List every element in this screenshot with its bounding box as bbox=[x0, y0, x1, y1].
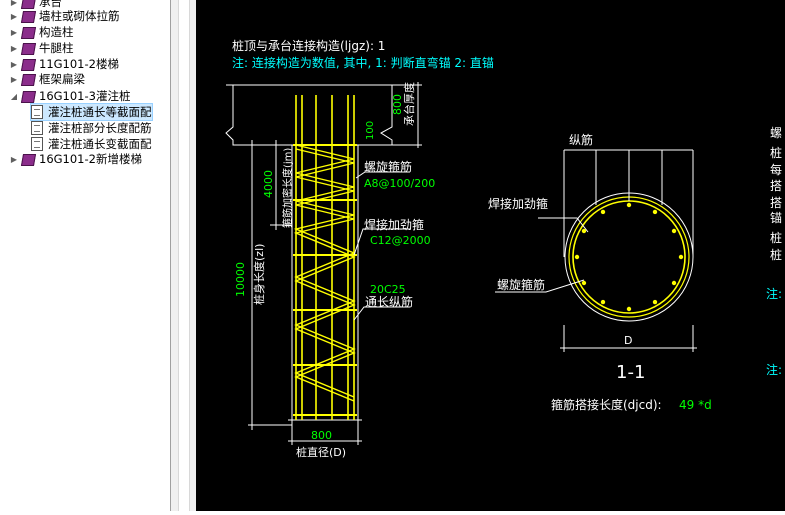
tree-item[interactable]: 灌注桩通长等截面配 bbox=[30, 103, 153, 121]
section-rebar-dot bbox=[600, 299, 606, 305]
tree-item-label: 11G101-2楼梯 bbox=[39, 57, 119, 71]
dim-4000: 4000 bbox=[262, 170, 275, 198]
document-icon bbox=[31, 121, 43, 135]
drawing-canvas[interactable]: 桩顶与承台连接构造(ljgz): 1 注: 连接构造为数值, 其中, 1: 判断… bbox=[196, 0, 785, 511]
tree-item-label: 牛腿柱 bbox=[39, 41, 74, 55]
weld-stirrup-label: 焊接加劲箍 bbox=[364, 217, 424, 232]
book-icon bbox=[21, 91, 35, 102]
tree-item-label: 框架扁梁 bbox=[39, 72, 85, 86]
section-long-bar-label: 纵筋 bbox=[569, 132, 593, 147]
book-icon bbox=[21, 0, 35, 8]
section-title: 1-1 bbox=[616, 362, 645, 383]
section-rebar-dot bbox=[626, 202, 632, 208]
spiral-stirrup-value: A8@100/200 bbox=[364, 177, 435, 190]
tree-item-label: 构造柱 bbox=[39, 25, 74, 39]
right-partial-text: 桩 bbox=[770, 145, 782, 160]
section-d-label: D bbox=[624, 334, 632, 347]
tree-item-label: 16G101-2新增楼梯 bbox=[39, 152, 142, 166]
tree-item[interactable]: ▶ 框架扁梁 bbox=[10, 71, 85, 87]
collapsed-arrow-icon[interactable]: ▶ bbox=[10, 12, 18, 21]
tree-item-label: 灌注桩通长变截面配 bbox=[48, 137, 152, 151]
tree-item-label: 灌注桩通长等截面配 bbox=[48, 105, 152, 119]
dim-100: 100 bbox=[365, 121, 376, 140]
book-icon bbox=[21, 74, 35, 85]
tree-item[interactable]: 灌注桩通长变截面配 bbox=[31, 136, 152, 152]
spiral-stirrup-label: 螺旋箍筋 bbox=[364, 159, 412, 174]
right-partial-text: 搭 bbox=[770, 179, 782, 193]
cross-section bbox=[495, 149, 697, 352]
section-rebar-dots bbox=[574, 202, 684, 312]
splitter-bar[interactable] bbox=[178, 0, 190, 511]
tree-item[interactable]: ▶ 牛腿柱 bbox=[10, 40, 74, 56]
collapsed-arrow-icon[interactable]: ▶ bbox=[10, 75, 18, 84]
collapsed-arrow-icon[interactable]: ▶ bbox=[10, 28, 18, 37]
tree-item[interactable]: ▶ 16G101-2新增楼梯 bbox=[10, 151, 142, 167]
section-rebar-dot bbox=[574, 254, 580, 260]
tree-item[interactable]: 灌注桩部分长度配筋 bbox=[31, 120, 152, 136]
book-icon bbox=[21, 11, 35, 22]
section-rebar-dot bbox=[671, 228, 677, 234]
header-line1: 桩顶与承台连接构造(ljgz): 1 bbox=[232, 38, 385, 53]
tree-item-label: 灌注桩部分长度配筋 bbox=[48, 121, 152, 135]
header-line2: 注: 连接构造为数值, 其中, 1: 判断直弯锚 2: 直锚 bbox=[232, 55, 494, 70]
overlap-value: 49 *d bbox=[679, 398, 712, 412]
right-partial-text: 注: bbox=[766, 286, 782, 301]
section-rebar-dot bbox=[626, 306, 632, 312]
splitter[interactable] bbox=[171, 0, 196, 511]
weld-stirrup-value: C12@2000 bbox=[370, 234, 431, 247]
tree-item-label: 墙柱或砌体拉筋 bbox=[39, 9, 120, 23]
pile-length-label: 桩身长度(zl) bbox=[252, 244, 266, 305]
long-bar-label: 通长纵筋 bbox=[365, 294, 413, 309]
right-partial-text: 锚 bbox=[770, 210, 782, 225]
pile-body bbox=[288, 145, 362, 425]
right-partial-text: 注: bbox=[766, 362, 782, 377]
expanded-arrow-icon[interactable]: ◢ bbox=[10, 92, 18, 101]
right-partial-text: 搭 bbox=[770, 196, 782, 210]
section-rebar-dot bbox=[678, 254, 684, 260]
spiral-stirrup bbox=[293, 144, 356, 402]
tree-item[interactable]: ▶ 11G101-2楼梯 bbox=[10, 56, 119, 72]
book-icon bbox=[21, 27, 35, 38]
section-spiral-stirrup-label: 螺旋箍筋 bbox=[497, 277, 545, 292]
overlap-label: 箍筋搭接长度(djcd): bbox=[551, 397, 662, 412]
document-icon bbox=[31, 137, 43, 151]
spiral-zigzag-inner bbox=[293, 148, 356, 402]
right-partial-text: 每 bbox=[770, 162, 782, 177]
book-icon bbox=[21, 154, 35, 165]
section-rebar-dot bbox=[652, 299, 658, 305]
tree-item[interactable]: ◢ 16G101-3灌注桩 bbox=[10, 88, 131, 104]
section-weld-stirrup-label: 焊接加劲箍 bbox=[488, 196, 548, 211]
right-partial-text: 螺 bbox=[770, 126, 782, 140]
dim-800-bottom: 800 bbox=[311, 429, 332, 442]
right-partial-text: 桩 bbox=[770, 247, 782, 262]
tree-item-label: 16G101-3灌注桩 bbox=[39, 89, 131, 103]
section-rebar-dot bbox=[671, 280, 677, 286]
longitudinal-bars bbox=[295, 95, 355, 420]
collapsed-arrow-icon[interactable]: ▶ bbox=[10, 44, 18, 53]
collapsed-arrow-icon[interactable]: ▶ bbox=[10, 155, 18, 164]
dim-800-top: 800 bbox=[391, 94, 404, 115]
section-rebar-dot bbox=[600, 209, 606, 215]
section-rebar-dot bbox=[652, 209, 658, 215]
collapsed-arrow-icon[interactable]: ▶ bbox=[10, 60, 18, 69]
section-rebar-dot bbox=[581, 228, 587, 234]
pile-drawing: 桩顶与承台连接构造(ljgz): 1 注: 连接构造为数值, 其中, 1: 判断… bbox=[225, 38, 782, 459]
cap-thickness-label: 承台厚度 bbox=[402, 82, 416, 126]
collapsed-arrow-icon[interactable]: ▶ bbox=[10, 0, 18, 7]
book-icon bbox=[21, 43, 35, 54]
dim-10000: 10000 bbox=[234, 262, 247, 297]
right-partial-text: 桩 bbox=[770, 230, 782, 245]
spiral-zigzag bbox=[293, 144, 356, 398]
pile-diameter-label: 桩直径(D) bbox=[296, 445, 346, 459]
component-tree: ▶ 承台 ▶ 墙柱或砌体拉筋 ▶ 构造柱 ▶ 牛腿柱 ▶ 11G101-2楼梯 ▶ 框架扁梁 ◢ 16G1… bbox=[0, 0, 171, 511]
dense-length-label: 箍筋加密长度(jm) bbox=[281, 148, 294, 228]
document-icon bbox=[31, 105, 43, 119]
book-icon bbox=[21, 59, 35, 70]
tree-item[interactable]: ▶ 墙柱或砌体拉筋 bbox=[10, 8, 120, 24]
section-rebar-dot bbox=[581, 280, 587, 286]
right-partial-column: 螺桩每搭搭锚桩桩注:注: bbox=[766, 126, 782, 377]
tree-item[interactable]: ▶ 构造柱 bbox=[10, 24, 74, 40]
